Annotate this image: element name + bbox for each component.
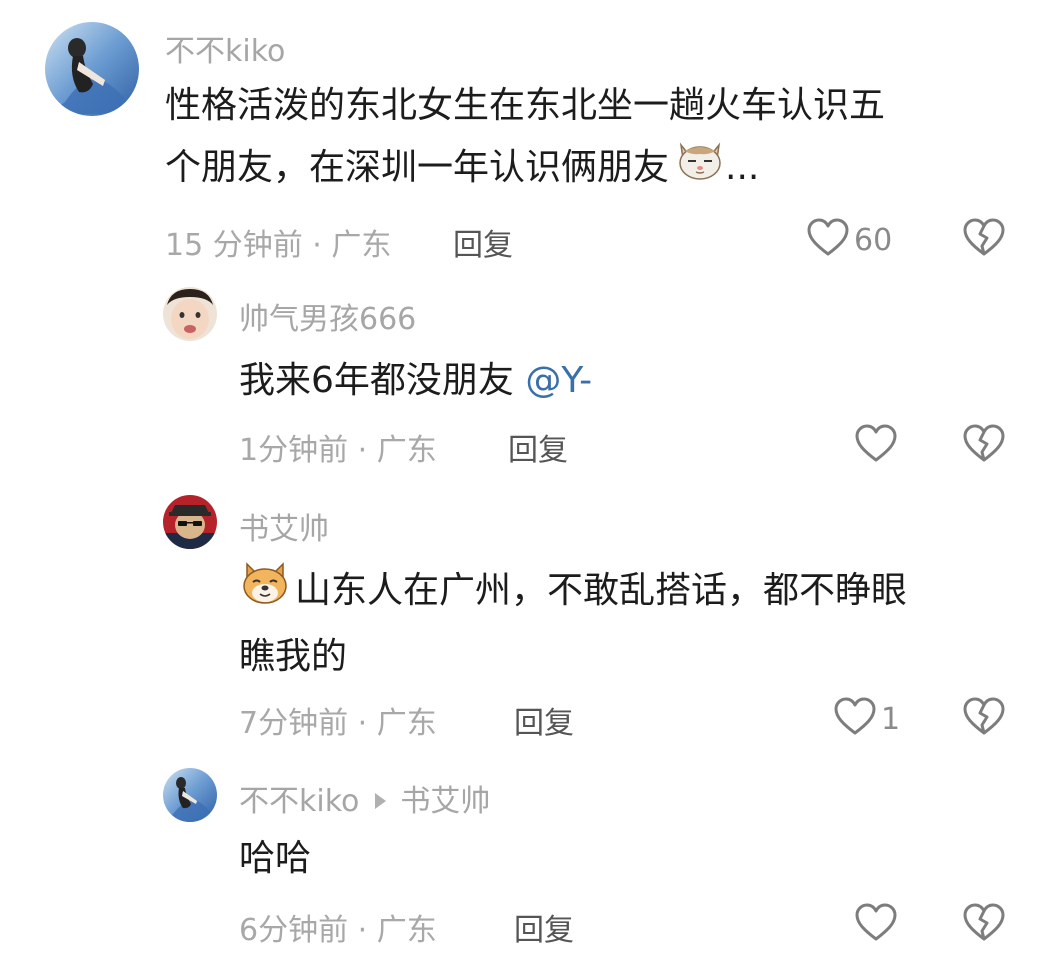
ellipsis: ...	[725, 147, 760, 188]
broken-heart-icon	[962, 424, 1006, 468]
like-button[interactable]	[854, 903, 902, 947]
username[interactable]: 不不kiko	[165, 26, 285, 70]
comment-text-segment: 我来6年都没朋友	[239, 360, 526, 401]
timestamp-location: 6分钟前 · 广东	[239, 913, 437, 948]
dislike-button[interactable]	[962, 903, 1006, 947]
broken-heart-icon	[962, 218, 1006, 262]
timestamp-location: 1分钟前 · 广东	[239, 433, 437, 468]
timestamp-location: 15 分钟前 · 广东	[165, 228, 392, 263]
avatar[interactable]	[163, 287, 217, 341]
cat-emoji-icon	[675, 137, 725, 201]
comment-text-segment: 个朋友，在深圳一年认识俩朋友	[165, 147, 670, 188]
comment-text-line: 瞧我的	[239, 636, 348, 677]
comment-text: 性格活泼的东北女生在东北坐一趟火车认识五 个朋友，在深圳一年认识俩朋友 ...	[165, 75, 885, 201]
avatar[interactable]	[45, 22, 139, 116]
like-count: 1	[881, 701, 901, 737]
like-button[interactable]: 60	[806, 218, 892, 262]
comment-text-line: 个朋友，在深圳一年认识俩朋友 ...	[165, 137, 885, 201]
avatar[interactable]	[163, 768, 217, 822]
broken-heart-icon	[962, 903, 1006, 947]
dislike-button[interactable]	[962, 424, 1006, 468]
like-button[interactable]	[854, 424, 902, 468]
reply-button[interactable]: 回复	[508, 425, 568, 469]
comment-text: 我来6年都没朋友 @Y-	[239, 350, 592, 412]
mention-link[interactable]: @Y-	[525, 360, 592, 401]
heart-icon	[854, 424, 898, 468]
timestamp-location: 7分钟前 · 广东	[239, 706, 437, 741]
comment-text: 山东人在广州，不敢乱搭话，都不睁眼 瞧我的	[239, 558, 907, 688]
heart-icon	[833, 697, 877, 741]
dog-emoji-icon	[239, 558, 291, 626]
username[interactable]: 帅气男孩666	[239, 294, 416, 338]
reply-button[interactable]: 回复	[514, 905, 574, 949]
comment-text-line: 山东人在广州，不敢乱搭话，都不睁眼	[239, 558, 907, 626]
reply-button[interactable]: 回复	[514, 698, 574, 742]
reply-to-username[interactable]: 书艾帅	[400, 784, 490, 819]
dislike-button[interactable]	[962, 697, 1006, 741]
like-count: 60	[854, 222, 893, 258]
comment-text: 哈哈	[239, 838, 312, 879]
heart-icon	[806, 218, 850, 262]
comment-text-line: 性格活泼的东北女生在东北坐一趟火车认识五	[165, 85, 886, 126]
heart-icon	[854, 903, 898, 947]
like-button[interactable]: 1	[833, 697, 900, 741]
username[interactable]: 书艾帅	[239, 504, 329, 548]
reply-button[interactable]: 回复	[453, 220, 513, 264]
avatar[interactable]	[163, 495, 217, 549]
username[interactable]: 不不kiko	[239, 784, 359, 819]
broken-heart-icon	[962, 697, 1006, 741]
dislike-button[interactable]	[962, 218, 1006, 262]
reply-arrow-icon	[375, 792, 387, 809]
comment-text-segment: 山东人在广州，不敢乱搭话，都不睁眼	[295, 570, 908, 611]
username-row: 不不kiko 书艾帅	[239, 776, 490, 820]
